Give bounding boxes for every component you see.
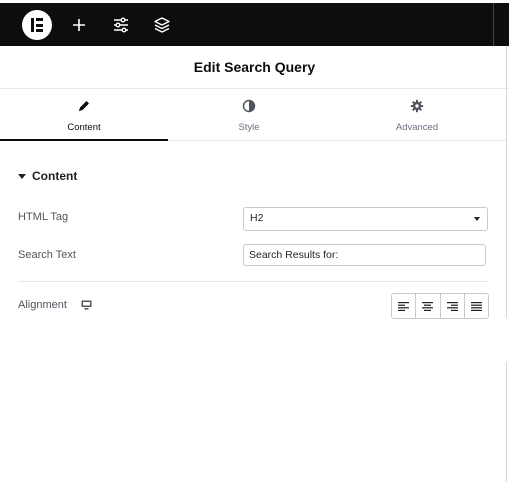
align-center-button[interactable] bbox=[416, 294, 441, 318]
tab-content[interactable]: Content bbox=[0, 89, 168, 141]
tab-label: Style bbox=[238, 122, 260, 133]
plus-icon bbox=[73, 19, 85, 31]
elementor-logo-icon[interactable] bbox=[22, 10, 52, 40]
toolbar-divider bbox=[493, 3, 494, 46]
html-tag-label: HTML Tag bbox=[18, 211, 69, 223]
align-right-button[interactable] bbox=[441, 294, 465, 318]
panel-header: Edit Search Query bbox=[0, 46, 509, 89]
alignment-control bbox=[391, 293, 489, 319]
align-left-button[interactable] bbox=[392, 294, 417, 318]
tab-style[interactable]: Style bbox=[165, 89, 333, 140]
align-right-icon bbox=[446, 301, 458, 311]
alignment-label: Alignment bbox=[18, 299, 67, 311]
panel-border bbox=[506, 46, 507, 318]
html-tag-select[interactable]: H2 bbox=[243, 207, 488, 231]
search-text-label: Search Text bbox=[18, 249, 76, 261]
desktop-icon[interactable] bbox=[81, 300, 92, 310]
caret-down-icon bbox=[18, 173, 26, 179]
tab-advanced[interactable]: Advanced bbox=[333, 89, 501, 140]
half-circle-icon bbox=[242, 99, 256, 113]
gear-icon bbox=[410, 99, 424, 113]
structure-button[interactable] bbox=[152, 15, 172, 35]
layers-icon bbox=[154, 17, 170, 33]
sliders-icon bbox=[114, 17, 128, 33]
align-justify-button[interactable] bbox=[465, 294, 488, 318]
search-text-input[interactable] bbox=[243, 244, 486, 266]
align-left-icon bbox=[398, 301, 410, 311]
page-title: Edit Search Query bbox=[193, 59, 316, 75]
align-justify-icon bbox=[470, 301, 482, 311]
section-content-toggle[interactable]: Content bbox=[18, 169, 77, 183]
add-element-button[interactable] bbox=[69, 15, 89, 35]
divider bbox=[18, 281, 488, 282]
tab-label: Content bbox=[67, 122, 101, 133]
panel-border bbox=[506, 362, 507, 482]
pencil-icon bbox=[79, 101, 89, 111]
top-toolbar bbox=[0, 3, 509, 46]
site-settings-button[interactable] bbox=[111, 15, 131, 35]
section-title: Content bbox=[32, 169, 78, 183]
tab-label: Advanced bbox=[395, 122, 439, 133]
html-tag-value: H2 bbox=[250, 212, 264, 224]
align-center-icon bbox=[422, 301, 434, 311]
chevron-down-icon bbox=[474, 217, 480, 221]
panel-tabs: Content Style Advanced bbox=[0, 89, 506, 141]
